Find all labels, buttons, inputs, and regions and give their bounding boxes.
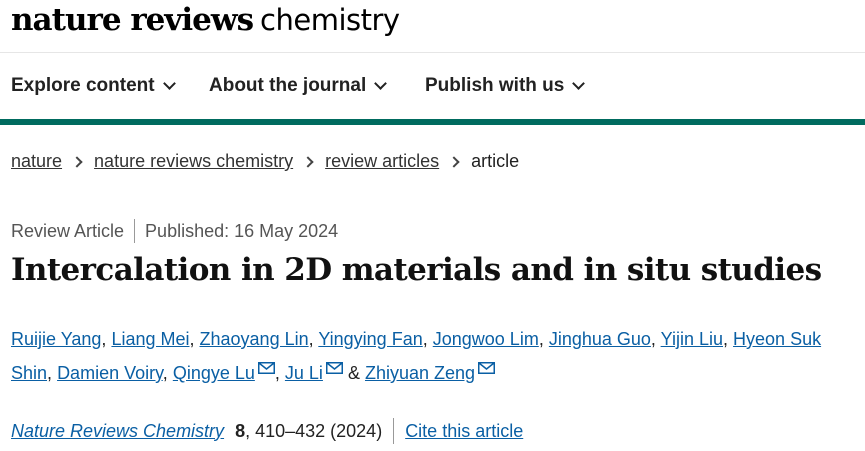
author-link[interactable]: Damien Voiry <box>57 363 163 383</box>
author-link[interactable]: Zhiyuan Zeng <box>365 363 475 383</box>
main-nav: Explore content About the journal Publis… <box>0 53 865 119</box>
author-separator: , <box>723 329 729 349</box>
journal-link[interactable]: Nature Reviews Chemistry <box>11 421 224 442</box>
chevron-right-icon <box>302 155 314 168</box>
breadcrumb-nature[interactable]: nature <box>11 151 62 172</box>
accent-bar <box>0 119 865 125</box>
author-link[interactable]: Zhaoyang Lin <box>200 329 309 349</box>
author-separator: , <box>538 329 544 349</box>
article-meta: Review Article Published: 16 May 2024 <box>11 219 338 243</box>
nav-about-journal-label: About the journal <box>209 75 367 96</box>
author-separator: , <box>308 329 314 349</box>
citation-line: Nature Reviews Chemistry 8, 410–432 (202… <box>11 418 523 444</box>
citation-divider <box>393 418 395 444</box>
logo-brand: nature reviews <box>11 2 254 38</box>
chevron-right-icon <box>71 155 83 168</box>
author-separator: , <box>274 363 280 383</box>
author-link[interactable]: Ju Li <box>285 363 323 383</box>
author-separator: , <box>422 329 428 349</box>
nav-about-journal[interactable]: About the journal <box>209 75 388 97</box>
nav-explore-content-label: Explore content <box>11 75 155 96</box>
author-link[interactable]: Yijin Liu <box>661 329 723 349</box>
volume: 8 <box>235 420 246 441</box>
breadcrumb-nature-reviews-chemistry[interactable]: nature reviews chemistry <box>94 151 293 172</box>
author-separator: , <box>101 329 107 349</box>
meta-divider <box>134 219 136 243</box>
article-type: Review Article <box>11 220 125 241</box>
nav-publish-with-us-label: Publish with us <box>425 75 565 96</box>
author-separator: , <box>650 329 656 349</box>
envelope-icon[interactable] <box>257 362 275 374</box>
chevron-down-icon <box>572 76 586 90</box>
chevron-down-icon <box>374 76 388 90</box>
author-link[interactable]: Jongwoo Lim <box>433 329 539 349</box>
author-link[interactable]: Jinghua Guo <box>549 329 651 349</box>
author-list: Ruijie Yang, Liang Mei, Zhaoyang Lin, Yi… <box>11 322 865 390</box>
author-separator: & <box>347 363 360 383</box>
logo-journal: chemistry <box>260 3 400 37</box>
breadcrumb: nature nature reviews chemistry review a… <box>11 151 519 172</box>
chevron-down-icon <box>162 76 176 90</box>
cite-article-link[interactable]: Cite this article <box>405 421 523 442</box>
chevron-right-icon <box>448 155 460 168</box>
article-title: Intercalation in 2D materials and in sit… <box>11 252 822 288</box>
author-separator: , <box>162 363 168 383</box>
author-link[interactable]: Qingye Lu <box>173 363 255 383</box>
author-separator: , <box>189 329 195 349</box>
author-link[interactable]: Ruijie Yang <box>11 329 101 349</box>
author-link[interactable]: Liang Mei <box>111 329 189 349</box>
breadcrumb-current: article <box>471 151 520 171</box>
journal-logo[interactable]: nature reviews chemistry <box>11 0 400 48</box>
site-header: nature reviews chemistry <box>0 0 865 52</box>
nav-explore-content[interactable]: Explore content <box>11 75 176 97</box>
pages-year: , 410–432 (2024) <box>245 420 383 441</box>
breadcrumb-review-articles[interactable]: review articles <box>325 151 439 172</box>
nav-publish-with-us[interactable]: Publish with us <box>425 75 586 97</box>
author-separator: , <box>47 363 53 383</box>
envelope-icon[interactable] <box>478 362 496 374</box>
author-link[interactable]: Yingying Fan <box>318 329 422 349</box>
published-date: Published: 16 May 2024 <box>145 220 339 241</box>
envelope-icon[interactable] <box>325 362 343 374</box>
